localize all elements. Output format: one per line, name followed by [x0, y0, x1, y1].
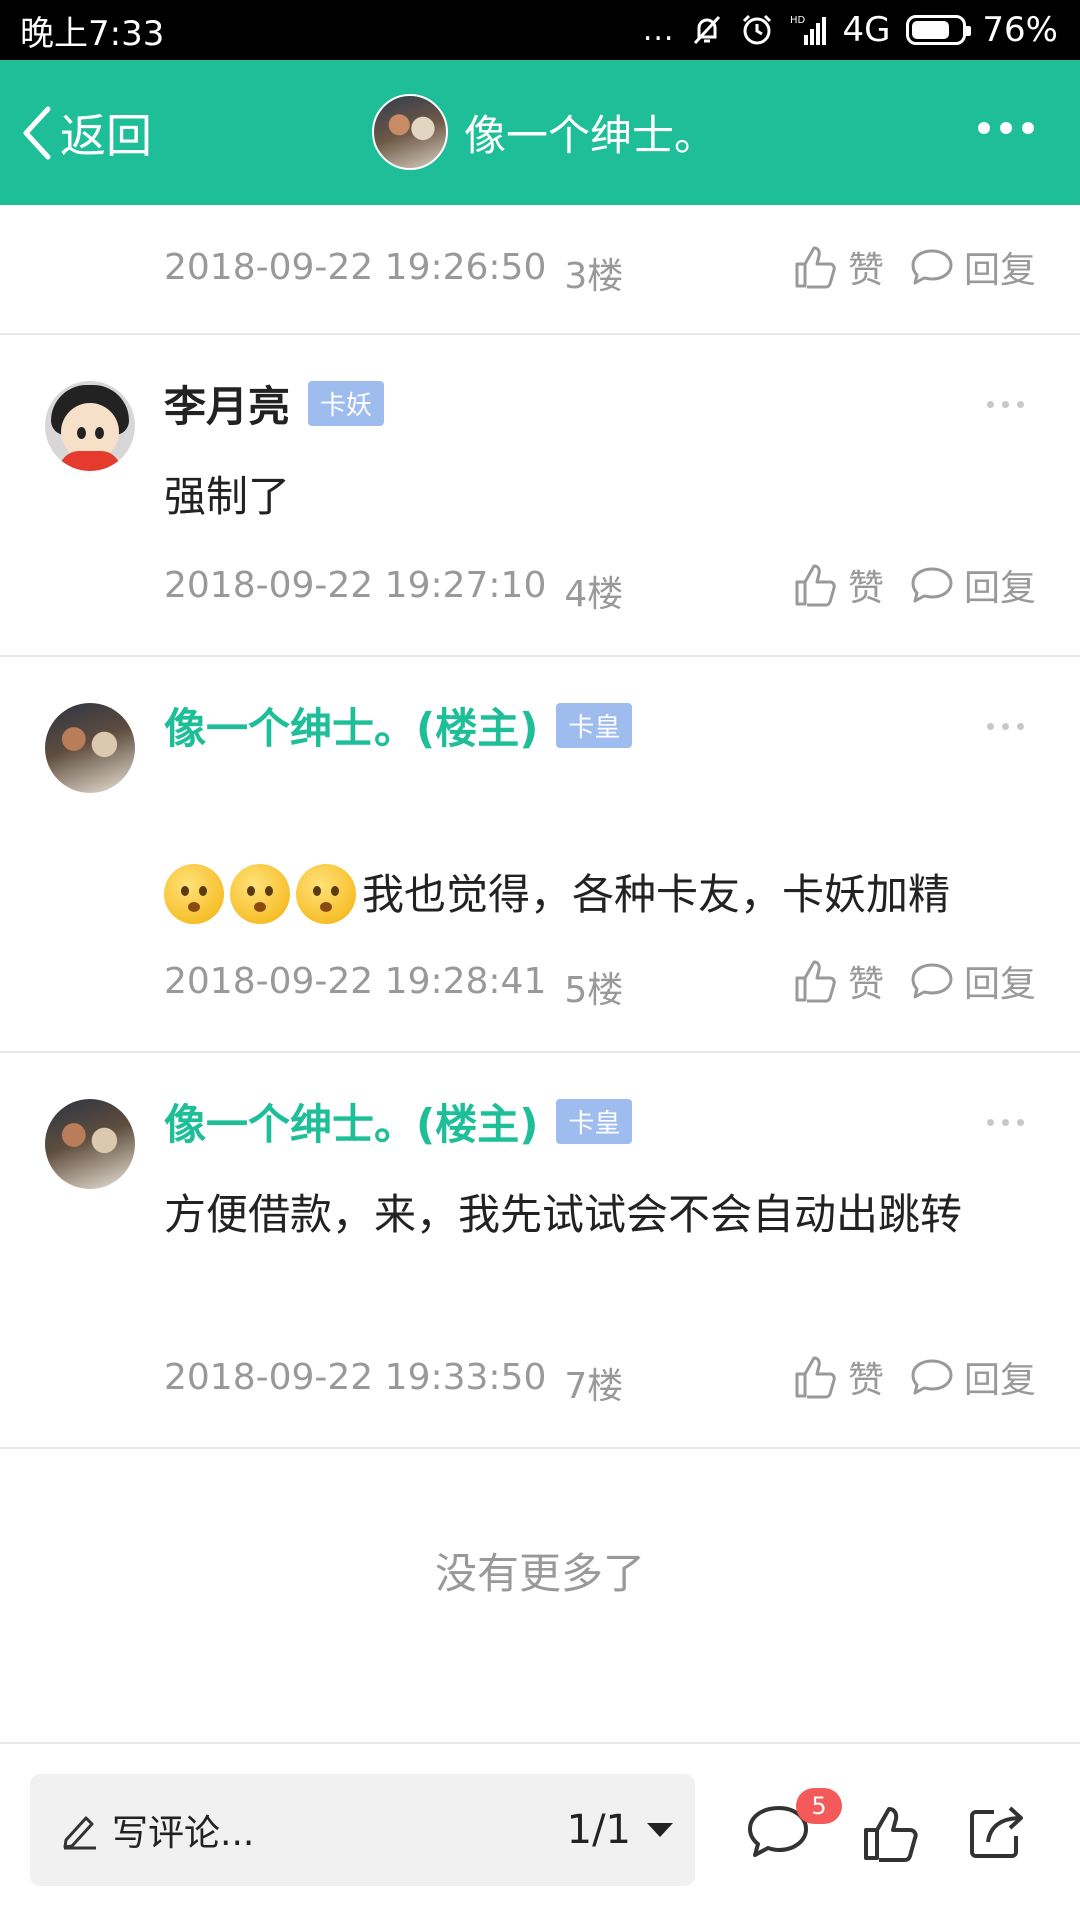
post-meta: 2018-09-22 19:27:10 4楼	[164, 565, 623, 617]
post-item: 2018-09-22 19:26:50 3楼 赞 回复	[0, 205, 1080, 335]
share-icon[interactable]	[968, 1804, 1026, 1860]
no-more-footer: 没有更多了	[434, 1549, 645, 1598]
nav-bar: 返回 像一个绅士。	[0, 60, 1080, 205]
post-actions: 赞 回复	[794, 241, 1036, 293]
user-avatar[interactable]	[45, 1099, 135, 1189]
post-text: 我也觉得，各种卡友，卡妖加精	[362, 870, 951, 919]
comment-input[interactable]: 写评论... 1/1	[30, 1774, 695, 1886]
comment-placeholder: 写评论...	[112, 1813, 255, 1854]
comment-count-badge: 5	[796, 1788, 842, 1824]
post-meta: 2018-09-22 19:33:50 7楼	[164, 1357, 623, 1409]
status-icons: ... HD 4G 76%	[643, 10, 1058, 50]
chevron-left-icon	[23, 106, 51, 160]
like-button[interactable]: 赞	[794, 955, 884, 1007]
post-actions: 赞 回复	[794, 1351, 1036, 1403]
post-floor: 7楼	[564, 1366, 624, 1407]
thumbs-up-icon	[795, 564, 836, 607]
network-type: 4G	[842, 10, 891, 50]
post-timestamp: 2018-09-22 19:33:50	[164, 1357, 547, 1398]
hushed-face-emoji-icon	[296, 863, 356, 924]
user-avatar[interactable]	[45, 381, 135, 471]
post-author: 像一个绅士。(楼主) 卡皇	[164, 1091, 633, 1152]
thumbs-up-icon	[795, 246, 836, 289]
reply-button[interactable]: 回复	[910, 1351, 1036, 1403]
author-avatar	[372, 94, 448, 170]
thread-author-title: 像一个绅士。	[464, 110, 717, 160]
post-meta: 2018-09-22 19:28:41 5楼	[164, 961, 623, 1013]
post-content: 我也觉得，各种卡友，卡妖加精	[164, 859, 1014, 931]
reply-label: 回复	[963, 568, 1036, 609]
reply-button[interactable]: 回复	[910, 559, 1036, 611]
comment-bubble-icon	[911, 249, 953, 285]
more-dots-indicator: ...	[642, 12, 675, 48]
like-label: 赞	[847, 1360, 884, 1401]
like-button[interactable]: 赞	[794, 559, 884, 611]
post-floor: 5楼	[564, 970, 624, 1011]
reply-button[interactable]: 回复	[910, 241, 1036, 293]
like-label: 赞	[847, 568, 884, 609]
user-avatar[interactable]	[45, 703, 135, 793]
reply-label: 回复	[963, 250, 1036, 291]
rank-badge: 卡妖	[308, 381, 385, 426]
like-label: 赞	[847, 964, 884, 1005]
post-more-button[interactable]	[987, 1119, 1024, 1126]
like-button[interactable]: 赞	[794, 241, 884, 293]
back-button[interactable]: 返回	[20, 100, 152, 166]
alarm-clock-icon	[743, 14, 772, 45]
post-timestamp: 2018-09-22 19:28:41	[164, 961, 547, 1002]
svg-text:HD: HD	[790, 15, 806, 26]
pencil-icon	[63, 1816, 96, 1850]
like-label: 赞	[847, 250, 884, 291]
post-timestamp: 2018-09-22 19:27:10	[164, 565, 547, 606]
battery-percent: 76%	[982, 10, 1058, 50]
more-options-button[interactable]	[978, 122, 1034, 134]
post-author: 像一个绅士。(楼主) 卡皇	[164, 695, 633, 756]
hushed-face-emoji-icon	[164, 863, 224, 924]
thumbs-up-icon[interactable]	[862, 1804, 920, 1862]
author-name[interactable]: 像一个绅士。(楼主)	[164, 1091, 538, 1152]
like-button[interactable]: 赞	[794, 1351, 884, 1403]
battery-fill	[912, 21, 949, 39]
reply-label: 回复	[963, 964, 1036, 1005]
post-more-button[interactable]	[987, 723, 1024, 730]
post-content: 方便借款，来，我先试试会不会自动出跳转	[164, 1190, 963, 1239]
back-label: 返回	[60, 109, 152, 163]
thumbs-up-icon	[795, 960, 836, 1003]
reply-button[interactable]: 回复	[910, 955, 1036, 1007]
post-floor: 3楼	[564, 256, 624, 297]
post-item: 像一个绅士。(楼主) 卡皇 我也觉得，各种卡友，卡妖加精 2018-09-22 …	[0, 657, 1080, 1053]
comment-bubble-icon	[911, 1359, 953, 1395]
thread-header[interactable]: 像一个绅士。	[372, 94, 716, 170]
mute-bell-icon	[694, 15, 721, 45]
post-actions: 赞 回复	[794, 559, 1036, 611]
battery-icon	[906, 15, 972, 45]
status-time: 晚上7:33	[20, 13, 165, 54]
reply-label: 回复	[963, 1360, 1036, 1401]
post-timestamp: 2018-09-22 19:26:50	[164, 247, 547, 288]
post-author: 李月亮 卡妖	[164, 373, 385, 434]
post-item: 李月亮 卡妖 强制了 2018-09-22 19:27:10 4楼 赞 回复	[0, 335, 1080, 657]
signal-strength-icon: HD	[790, 15, 827, 45]
bottom-action-bar: 写评论... 1/1 5	[0, 1742, 1080, 1920]
rank-badge: 卡皇	[556, 1099, 633, 1144]
comment-bubble-icon	[911, 963, 953, 999]
post-content: 强制了	[164, 472, 291, 521]
status-bar: 晚上7:33 ... HD 4G 76%	[0, 0, 1080, 60]
post-meta: 2018-09-22 19:26:50 3楼	[164, 247, 623, 299]
thumbs-up-icon	[795, 1356, 836, 1399]
caret-down-icon[interactable]	[647, 1823, 673, 1837]
comment-bubble-icon	[911, 567, 953, 603]
post-floor: 4楼	[564, 574, 624, 615]
author-name[interactable]: 像一个绅士。(楼主)	[164, 695, 538, 756]
hushed-face-emoji-icon	[230, 863, 290, 924]
rank-badge: 卡皇	[556, 703, 633, 748]
author-name[interactable]: 李月亮	[164, 373, 290, 434]
post-item: 像一个绅士。(楼主) 卡皇 方便借款，来，我先试试会不会自动出跳转 2018-0…	[0, 1053, 1080, 1449]
post-more-button[interactable]	[987, 401, 1024, 408]
page-indicator[interactable]: 1/1	[567, 1807, 631, 1853]
post-actions: 赞 回复	[794, 955, 1036, 1007]
